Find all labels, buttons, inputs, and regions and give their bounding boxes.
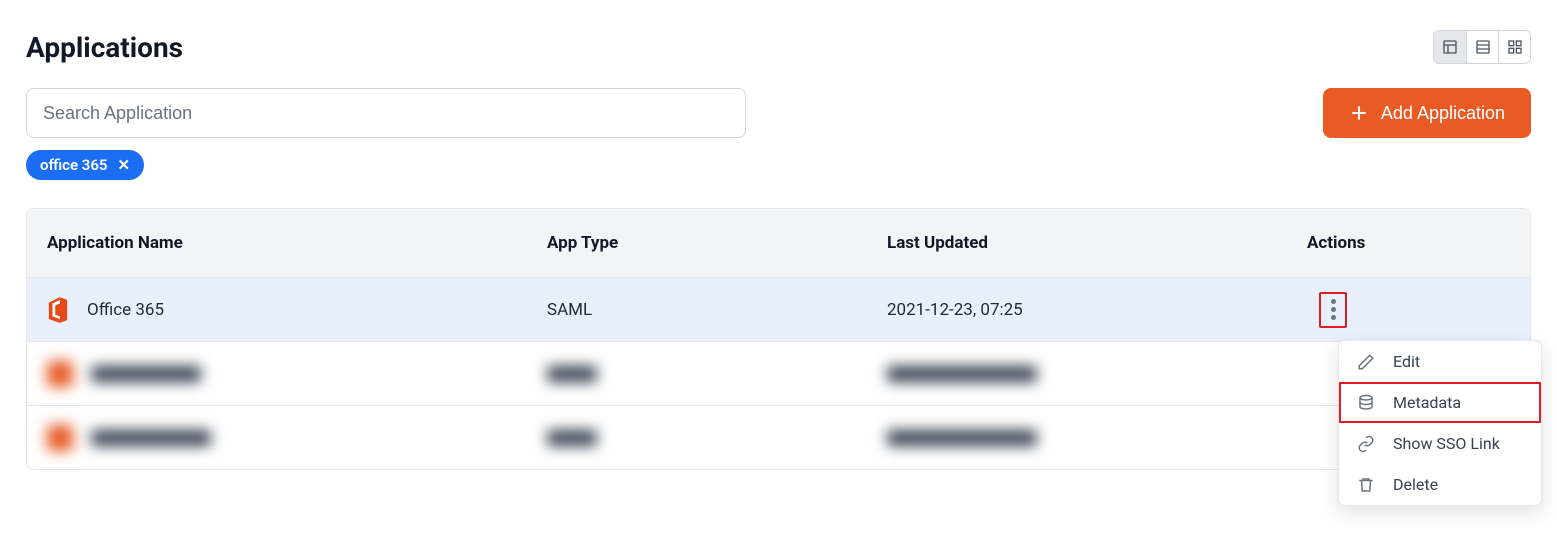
- view-layout-button[interactable]: [1434, 31, 1466, 63]
- col-header-actions: Actions: [1307, 233, 1510, 253]
- table-row: [27, 341, 1530, 405]
- actions-dropdown: Edit Metadata Show SSO Link Delete: [1338, 340, 1542, 506]
- add-button-label: Add Application: [1381, 103, 1505, 124]
- table-row: [27, 405, 1530, 469]
- last-updated-cell: 2021-12-23, 07:25: [887, 300, 1307, 320]
- grid-icon: [1507, 39, 1523, 55]
- applications-table: Application Name App Type Last Updated A…: [26, 208, 1531, 470]
- filter-chip[interactable]: office 365 ✕: [26, 150, 144, 180]
- plus-icon: [1349, 103, 1369, 123]
- table-header-row: Application Name App Type Last Updated A…: [27, 209, 1530, 277]
- table-row[interactable]: Office 365 SAML 2021-12-23, 07:25: [27, 277, 1530, 341]
- office365-icon: [47, 297, 69, 323]
- view-list-button[interactable]: [1466, 31, 1498, 63]
- add-application-button[interactable]: Add Application: [1323, 88, 1531, 138]
- database-icon: [1357, 394, 1375, 412]
- dropdown-item-sso[interactable]: Show SSO Link: [1339, 423, 1541, 464]
- dropdown-label: Metadata: [1393, 393, 1461, 412]
- link-icon: [1357, 435, 1375, 453]
- layout-icon: [1442, 39, 1458, 55]
- close-icon[interactable]: ✕: [118, 158, 131, 173]
- pencil-icon: [1357, 353, 1375, 371]
- dropdown-label: Show SSO Link: [1393, 434, 1500, 453]
- search-input[interactable]: [26, 88, 746, 138]
- view-grid-button[interactable]: [1498, 31, 1530, 63]
- dropdown-label: Edit: [1393, 352, 1420, 371]
- kebab-icon: [1331, 299, 1336, 304]
- page-title: Applications: [26, 31, 183, 64]
- col-header-updated: Last Updated: [887, 233, 1307, 253]
- view-toggle-group: [1433, 30, 1531, 64]
- dropdown-item-metadata[interactable]: Metadata: [1339, 382, 1541, 423]
- col-header-name: Application Name: [47, 233, 547, 253]
- dropdown-label: Delete: [1393, 475, 1438, 494]
- dropdown-item-delete[interactable]: Delete: [1339, 464, 1541, 505]
- filter-chip-label: office 365: [40, 156, 108, 174]
- trash-icon: [1357, 476, 1375, 494]
- dropdown-item-edit[interactable]: Edit: [1339, 341, 1541, 382]
- app-name-cell: Office 365: [87, 300, 164, 320]
- col-header-type: App Type: [547, 233, 887, 253]
- app-type-cell: SAML: [547, 300, 887, 320]
- list-icon: [1475, 39, 1491, 55]
- row-actions-menu-button[interactable]: [1319, 292, 1347, 328]
